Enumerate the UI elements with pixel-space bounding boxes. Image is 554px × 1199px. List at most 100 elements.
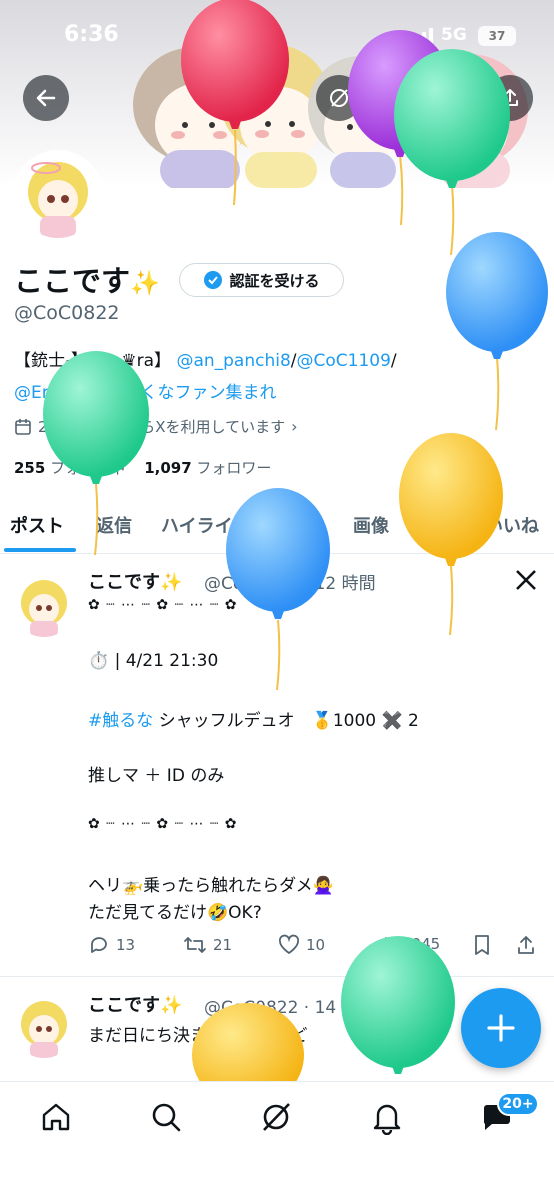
reply-icon: [91, 937, 107, 953]
tweet-avatar[interactable]: [12, 994, 76, 1058]
sparkle-emoji: ✨: [160, 572, 183, 593]
follow-stats: 255 フォロー中 1,097 フォロワー: [14, 457, 271, 478]
search-profile-button[interactable]: [367, 75, 413, 121]
verified-badge-icon: [204, 271, 223, 289]
tweet-author-name[interactable]: ここです✨: [88, 991, 182, 1017]
sparkle-emoji: ✨: [130, 269, 160, 297]
avatar-illustration: [16, 154, 100, 238]
grok-button[interactable]: [316, 75, 362, 121]
arrow-left-icon: [36, 89, 56, 107]
tweet-hashtag[interactable]: #触るな: [88, 711, 153, 731]
profile-name-text: ここです: [14, 264, 131, 298]
bio-mention-3[interactable]: @Er__u06: [14, 383, 98, 403]
retweet-count: 21: [213, 936, 233, 954]
retweet-icon: [184, 937, 206, 953]
bookmark-icon[interactable]: [472, 934, 492, 956]
tweet-text-line: ただ見てるだけ🤣OK?: [88, 903, 262, 923]
tweet-text: シャッフルデュオ 🥇1000 ✖️ 2: [153, 711, 419, 731]
profile-name: ここです✨: [14, 258, 160, 300]
signal-icon: [408, 28, 433, 46]
share-icon: [502, 89, 518, 106]
retweet-button[interactable]: 21: [183, 934, 232, 956]
tweet-meta: @CoC0822 · 12 時間: [204, 574, 376, 594]
like-button[interactable]: 10: [278, 934, 325, 956]
tweet-text-line: #触るな シャッフルデュオ 🥇1000 ✖️ 2: [88, 706, 419, 731]
tweet-text-line: ✿ ┈ ⋯ ┈ ✿ ┈ ⋯ ┈ ✿: [88, 597, 238, 613]
plus-icon: [487, 1014, 515, 1042]
bio-separator: /: [390, 351, 397, 371]
verify-button[interactable]: 認証を受ける: [179, 263, 344, 297]
profile-bio: 【銃士𓏸】【Tia♛ra】 @an_panchi8/@CoC1109/ @Er_…: [14, 346, 534, 408]
tweet-avatar[interactable]: [12, 573, 76, 637]
profile-avatar[interactable]: [12, 150, 104, 242]
search-icon[interactable]: [148, 1099, 184, 1135]
bio-text: 【銃士: [14, 351, 65, 371]
compose-button[interactable]: [461, 988, 541, 1068]
reply-button[interactable]: 13: [88, 934, 135, 956]
status-time: 6:36: [64, 22, 119, 47]
tweet-text-line: ⏱️ | 4/21 21:30: [88, 651, 218, 671]
views-button[interactable]: 2045: [376, 934, 440, 954]
tweet-meta: @CoC0822 · 14 時間: [204, 998, 376, 1018]
tab-replies[interactable]: 返信: [96, 512, 132, 538]
tab-articles[interactable]: 記事: [419, 512, 455, 538]
sparkle-emoji: ✨: [160, 995, 183, 1016]
tab-likes[interactable]: いいね: [485, 512, 539, 538]
bio-mention-2[interactable]: @CoC1109: [297, 351, 391, 371]
battery-indicator: 37: [478, 26, 516, 46]
x-logo-icon: [516, 570, 536, 590]
tab-posts[interactable]: ポスト: [10, 512, 64, 538]
stopwatch-icon: ⏱️: [88, 651, 110, 671]
calendar-icon: [15, 418, 31, 435]
following-count: 255: [14, 459, 46, 477]
tab-images[interactable]: 画像: [353, 512, 389, 538]
profile-handle: @CoC0822: [14, 302, 120, 324]
tweet-text: | 4/21 21:30: [114, 651, 219, 671]
author-name-text: ここです: [88, 572, 160, 593]
following-link[interactable]: 255 フォロー中: [14, 459, 125, 477]
share-icon[interactable]: [515, 934, 537, 956]
home-icon[interactable]: [38, 1099, 74, 1135]
joined-text: 2021年12月からXを利用しています: [38, 418, 286, 436]
bio-mention-1[interactable]: @an_panchi8: [176, 351, 290, 371]
network-label: 5G: [441, 25, 467, 45]
bio-line-1: 【銃士𓏸】【Tia♛ra】 @an_panchi8/@CoC1109/: [14, 346, 534, 378]
tab-videos[interactable]: 動画: [286, 512, 322, 538]
heart-icon: [278, 934, 300, 955]
tweet-author-name[interactable]: ここです✨: [88, 568, 182, 594]
joined-date[interactable]: 2021年12月からXを利用しています ›: [14, 416, 298, 437]
bottom-navigation: [0, 1081, 554, 1199]
tweet-divider: [0, 976, 554, 977]
following-label: フォロー中: [50, 459, 126, 477]
back-button[interactable]: [23, 75, 69, 121]
like-count: 10: [306, 936, 326, 954]
avatar-illustration: [12, 994, 76, 1058]
bio-separator: /: [98, 383, 110, 403]
tweet-actions: 13 21 10 2045: [88, 934, 538, 960]
tweet-text-line: ✿ ┈ ⋯ ┈ ✿ ┈ ⋯ ┈ ✿: [88, 816, 238, 832]
status-bar: 6:36 5G 37: [0, 0, 554, 72]
followers-label: フォロワー: [196, 459, 272, 477]
reply-count: 13: [116, 936, 136, 954]
bio-hashtag[interactable]: #動くなファン集まれ: [109, 383, 276, 403]
bell-icon[interactable]: [369, 1099, 405, 1135]
tab-highlights[interactable]: ハイライト: [161, 512, 251, 538]
followers-link[interactable]: 1,097 フォロワー: [144, 459, 271, 477]
grok-icon[interactable]: [258, 1099, 294, 1135]
profile-tabs: ポスト 返信 ハイライト 動画 画像 記事 いいね: [0, 500, 554, 554]
author-name-text: ここです: [88, 995, 160, 1016]
views-icon: [379, 937, 393, 952]
verify-button-label: 認証を受ける: [229, 271, 320, 290]
tweet-text-line: まだ日にち決まって無いけど: [88, 1026, 308, 1046]
search-icon: [380, 88, 400, 108]
chevron-right-icon: ›: [291, 417, 298, 436]
edit-button[interactable]: [428, 75, 474, 121]
tweet-text-line: 推しマ ＋ ID のみ: [88, 766, 225, 786]
active-tab-indicator: [4, 548, 76, 552]
avatar-illustration: [12, 573, 76, 637]
grok-icon: [330, 89, 348, 107]
share-button[interactable]: [487, 75, 533, 121]
view-count: 2045: [402, 935, 441, 953]
tweet-text-line: ヘリ🚁乗ったら触れたらダメ🙅‍♀️: [88, 876, 334, 896]
notifications-badge: 20+: [497, 1092, 539, 1116]
